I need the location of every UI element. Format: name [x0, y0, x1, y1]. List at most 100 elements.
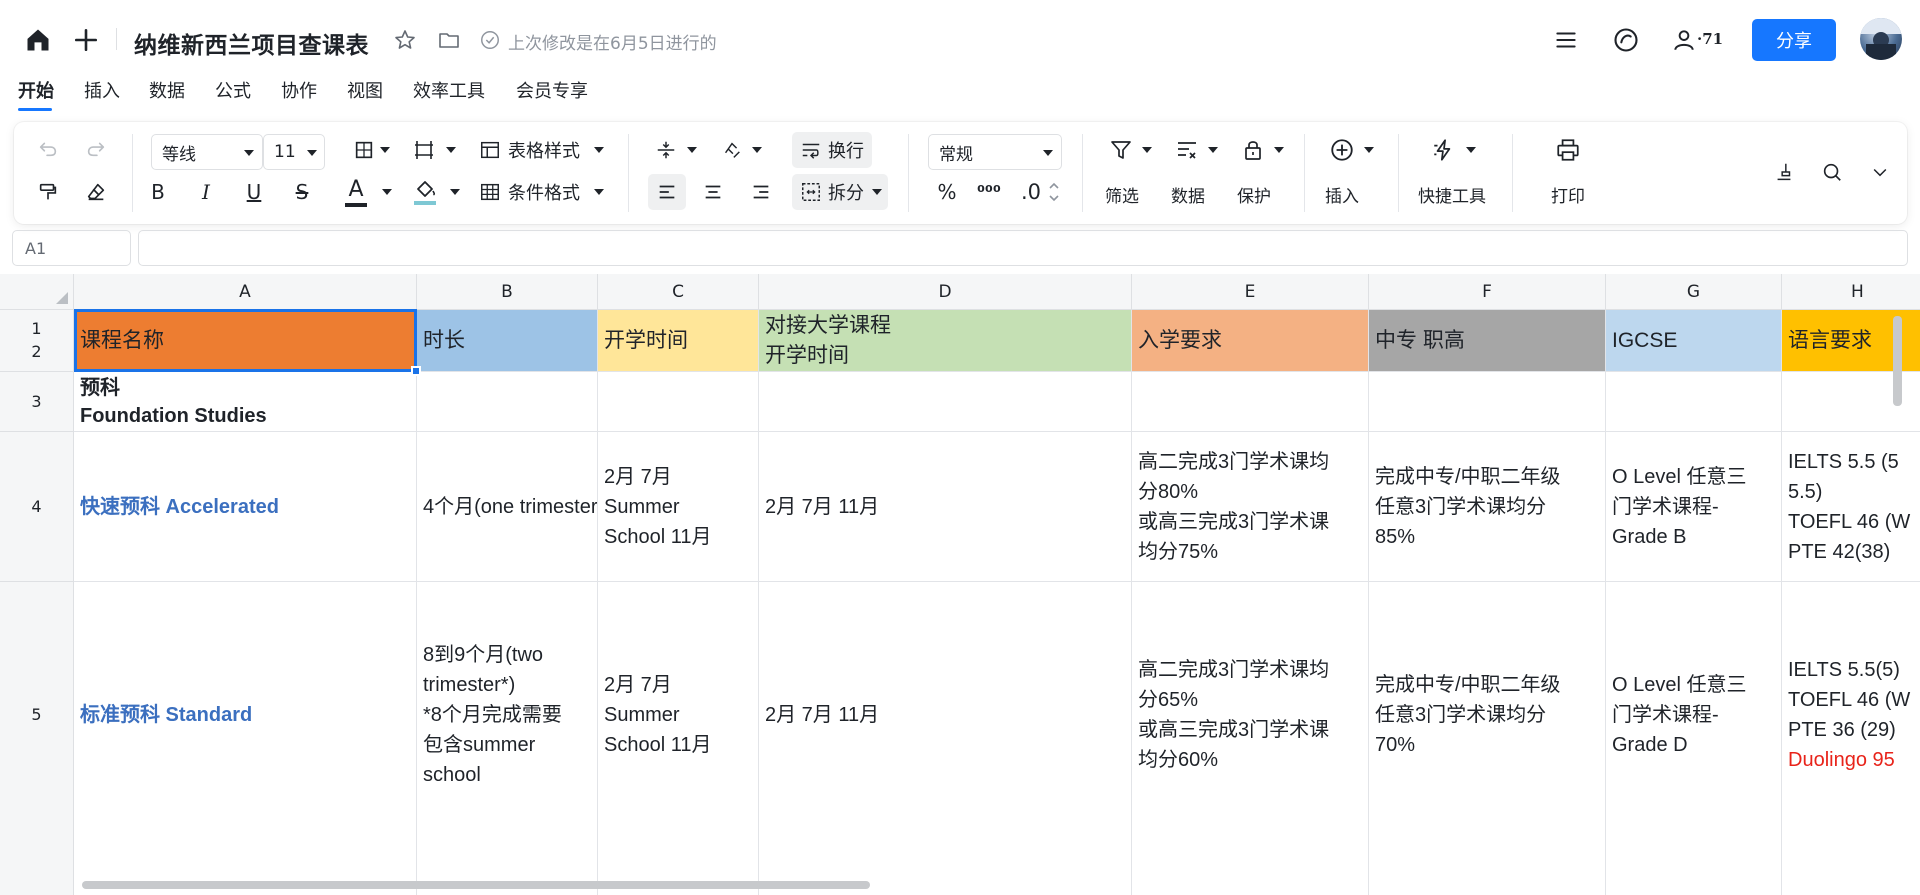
new-file-icon[interactable] — [70, 24, 102, 56]
filter-label[interactable]: 筛选 — [1100, 180, 1144, 208]
column-header-e[interactable]: E — [1132, 274, 1369, 310]
menu-list-icon[interactable] — [1550, 24, 1582, 56]
merge-split-button[interactable]: 拆分 — [792, 174, 888, 210]
vertical-scrollbar[interactable] — [1893, 316, 1902, 406]
chevron-down-icon[interactable] — [1466, 147, 1476, 153]
cell-c3[interactable] — [598, 372, 759, 432]
italic-button[interactable]: I — [186, 176, 226, 208]
chevron-down-icon[interactable] — [594, 147, 604, 153]
decimal-button[interactable]: .0 — [1014, 176, 1048, 208]
cell-b3[interactable] — [417, 372, 598, 432]
align-left-button[interactable] — [648, 174, 686, 210]
chevron-down-icon[interactable] — [1142, 147, 1152, 153]
redo-icon[interactable] — [80, 132, 112, 164]
column-header-d[interactable]: D — [759, 274, 1132, 310]
printer-icon[interactable] — [1550, 134, 1586, 166]
align-center-button[interactable] — [694, 174, 732, 210]
bold-button[interactable]: B — [138, 176, 178, 208]
table-style-icon[interactable] — [476, 134, 504, 166]
tab-efficiency-tools[interactable]: 效率工具 — [413, 78, 485, 118]
tab-formula[interactable]: 公式 — [215, 78, 251, 118]
cell-a3[interactable]: 预科 Foundation Studies — [74, 372, 417, 432]
quick-tools-label[interactable]: 快捷工具 — [1412, 180, 1492, 208]
cell-reference-box[interactable]: A1 — [12, 230, 131, 266]
insert-plus-icon[interactable] — [1324, 134, 1360, 166]
cell-g5[interactable]: O Level 任意三 门学术课程- Grade D — [1606, 582, 1782, 895]
folder-icon[interactable] — [436, 27, 462, 53]
share-button[interactable]: 分享 — [1752, 19, 1836, 61]
brush-icon[interactable] — [1768, 156, 1800, 188]
collapse-toolbar-icon[interactable] — [1864, 156, 1896, 188]
cell-size-icon[interactable] — [408, 134, 440, 166]
eraser-icon[interactable] — [80, 176, 112, 208]
cell-e4[interactable]: 高二完成3门学术课均 分80% 或高三完成3门学术课 均分75% — [1132, 432, 1369, 582]
align-right-button[interactable] — [742, 174, 780, 210]
row-header-4[interactable]: 4 — [0, 432, 74, 582]
header-cell-university-course[interactable]: 对接大学课程 开学时间 — [759, 310, 1132, 372]
cell-f3[interactable] — [1369, 372, 1606, 432]
chevron-down-icon[interactable] — [752, 147, 762, 153]
chevron-down-icon[interactable] — [687, 147, 697, 153]
protect-label[interactable]: 保护 — [1232, 180, 1276, 208]
cell-c5[interactable]: 2月 7月 Summer School 11月 — [598, 582, 759, 895]
column-header-h[interactable]: H — [1782, 274, 1920, 310]
header-cell-start-date[interactable]: 开学时间 — [598, 310, 759, 372]
row-header-1[interactable]: 1 — [0, 310, 74, 340]
lock-icon[interactable] — [1236, 134, 1270, 166]
font-size-select[interactable]: 11 — [263, 134, 325, 170]
cell-g4[interactable]: O Level 任意三 门学术课程- Grade B — [1606, 432, 1782, 582]
star-icon[interactable] — [392, 27, 418, 53]
decimal-stepper-icon[interactable] — [1046, 176, 1062, 208]
print-label[interactable]: 打印 — [1546, 180, 1590, 208]
tab-collaborate[interactable]: 协作 — [281, 78, 317, 118]
percent-button[interactable]: % — [932, 176, 962, 208]
header-cell-vocational[interactable]: 中专 职高 — [1369, 310, 1606, 372]
formula-input[interactable] — [138, 230, 1908, 266]
cell-b5[interactable]: 8到9个月(two trimester*) *8个月完成需要 包含summer … — [417, 582, 598, 895]
cell-h5[interactable]: IELTS 5.5(5) TOEFL 46 (W PTE 36 (29) Duo… — [1782, 582, 1920, 895]
chevron-down-icon[interactable] — [1364, 147, 1374, 153]
format-painter-icon[interactable] — [32, 176, 64, 208]
filter-icon[interactable] — [1104, 134, 1138, 166]
header-cell-entry-requirements[interactable]: 入学要求 — [1132, 310, 1369, 372]
header-cell-course-name[interactable]: 课程名称 — [74, 310, 417, 372]
column-header-a[interactable]: A — [74, 274, 480, 310]
data-tools-icon[interactable] — [1170, 134, 1204, 166]
wrap-text-button[interactable]: 换行 — [792, 132, 872, 168]
chevron-down-icon[interactable] — [380, 147, 390, 153]
collaborator-icon[interactable] — [1670, 24, 1698, 56]
spreadsheet-grid[interactable]: A B C D E F G H 1 2 3 4 5 课程名称 时长 开学时间 对… — [0, 274, 1920, 895]
cell-c4[interactable]: 2月 7月 Summer School 11月 — [598, 432, 759, 582]
underline-button[interactable]: U — [234, 176, 274, 208]
fill-color-icon[interactable] — [408, 174, 442, 210]
column-header-b[interactable]: B — [417, 274, 598, 310]
cell-f5[interactable]: 完成中专/中职二年级 任意3门学术课均分 70% — [1369, 582, 1606, 895]
chevron-down-icon[interactable] — [382, 189, 392, 195]
tab-membership[interactable]: 会员专享 — [516, 78, 588, 118]
column-header-g[interactable]: G — [1606, 274, 1782, 310]
cell-b4[interactable]: 4个月(one trimester) — [417, 432, 598, 582]
font-family-select[interactable]: 等线 — [151, 134, 263, 170]
chevron-down-icon[interactable] — [594, 189, 604, 195]
row-header-3[interactable]: 3 — [0, 372, 74, 432]
border-icon[interactable] — [348, 134, 380, 166]
thousands-separator-button[interactable]: ⁰⁰⁰ — [972, 176, 1006, 208]
chevron-down-icon[interactable] — [1274, 147, 1284, 153]
tab-insert[interactable]: 插入 — [84, 78, 120, 118]
tab-start[interactable]: 开始 — [18, 78, 54, 118]
horizontal-scrollbar[interactable] — [82, 881, 870, 889]
header-cell-igcse[interactable]: IGCSE — [1606, 310, 1782, 372]
cell-e5[interactable]: 高二完成3门学术课均 分65% 或高三完成3门学术课 均分60% — [1132, 582, 1369, 895]
home-icon[interactable] — [22, 24, 54, 56]
conditional-format-icon[interactable] — [476, 176, 504, 208]
header-cell-duration[interactable]: 时长 — [417, 310, 598, 372]
text-rotate-icon[interactable] — [716, 134, 748, 166]
undo-icon[interactable] — [32, 132, 64, 164]
insert-label[interactable]: 插入 — [1320, 180, 1364, 208]
cell-h4[interactable]: IELTS 5.5 (5 5.5) TOEFL 46 (W PTE 42(38) — [1782, 432, 1920, 582]
cell-a4[interactable]: 快速预科 Accelerated — [74, 432, 417, 582]
table-style-button[interactable]: 表格样式 — [508, 134, 580, 166]
cell-f4[interactable]: 完成中专/中职二年级 任意3门学术课均分 85% — [1369, 432, 1606, 582]
cell-e3[interactable] — [1132, 372, 1369, 432]
select-all-corner[interactable] — [0, 274, 74, 310]
